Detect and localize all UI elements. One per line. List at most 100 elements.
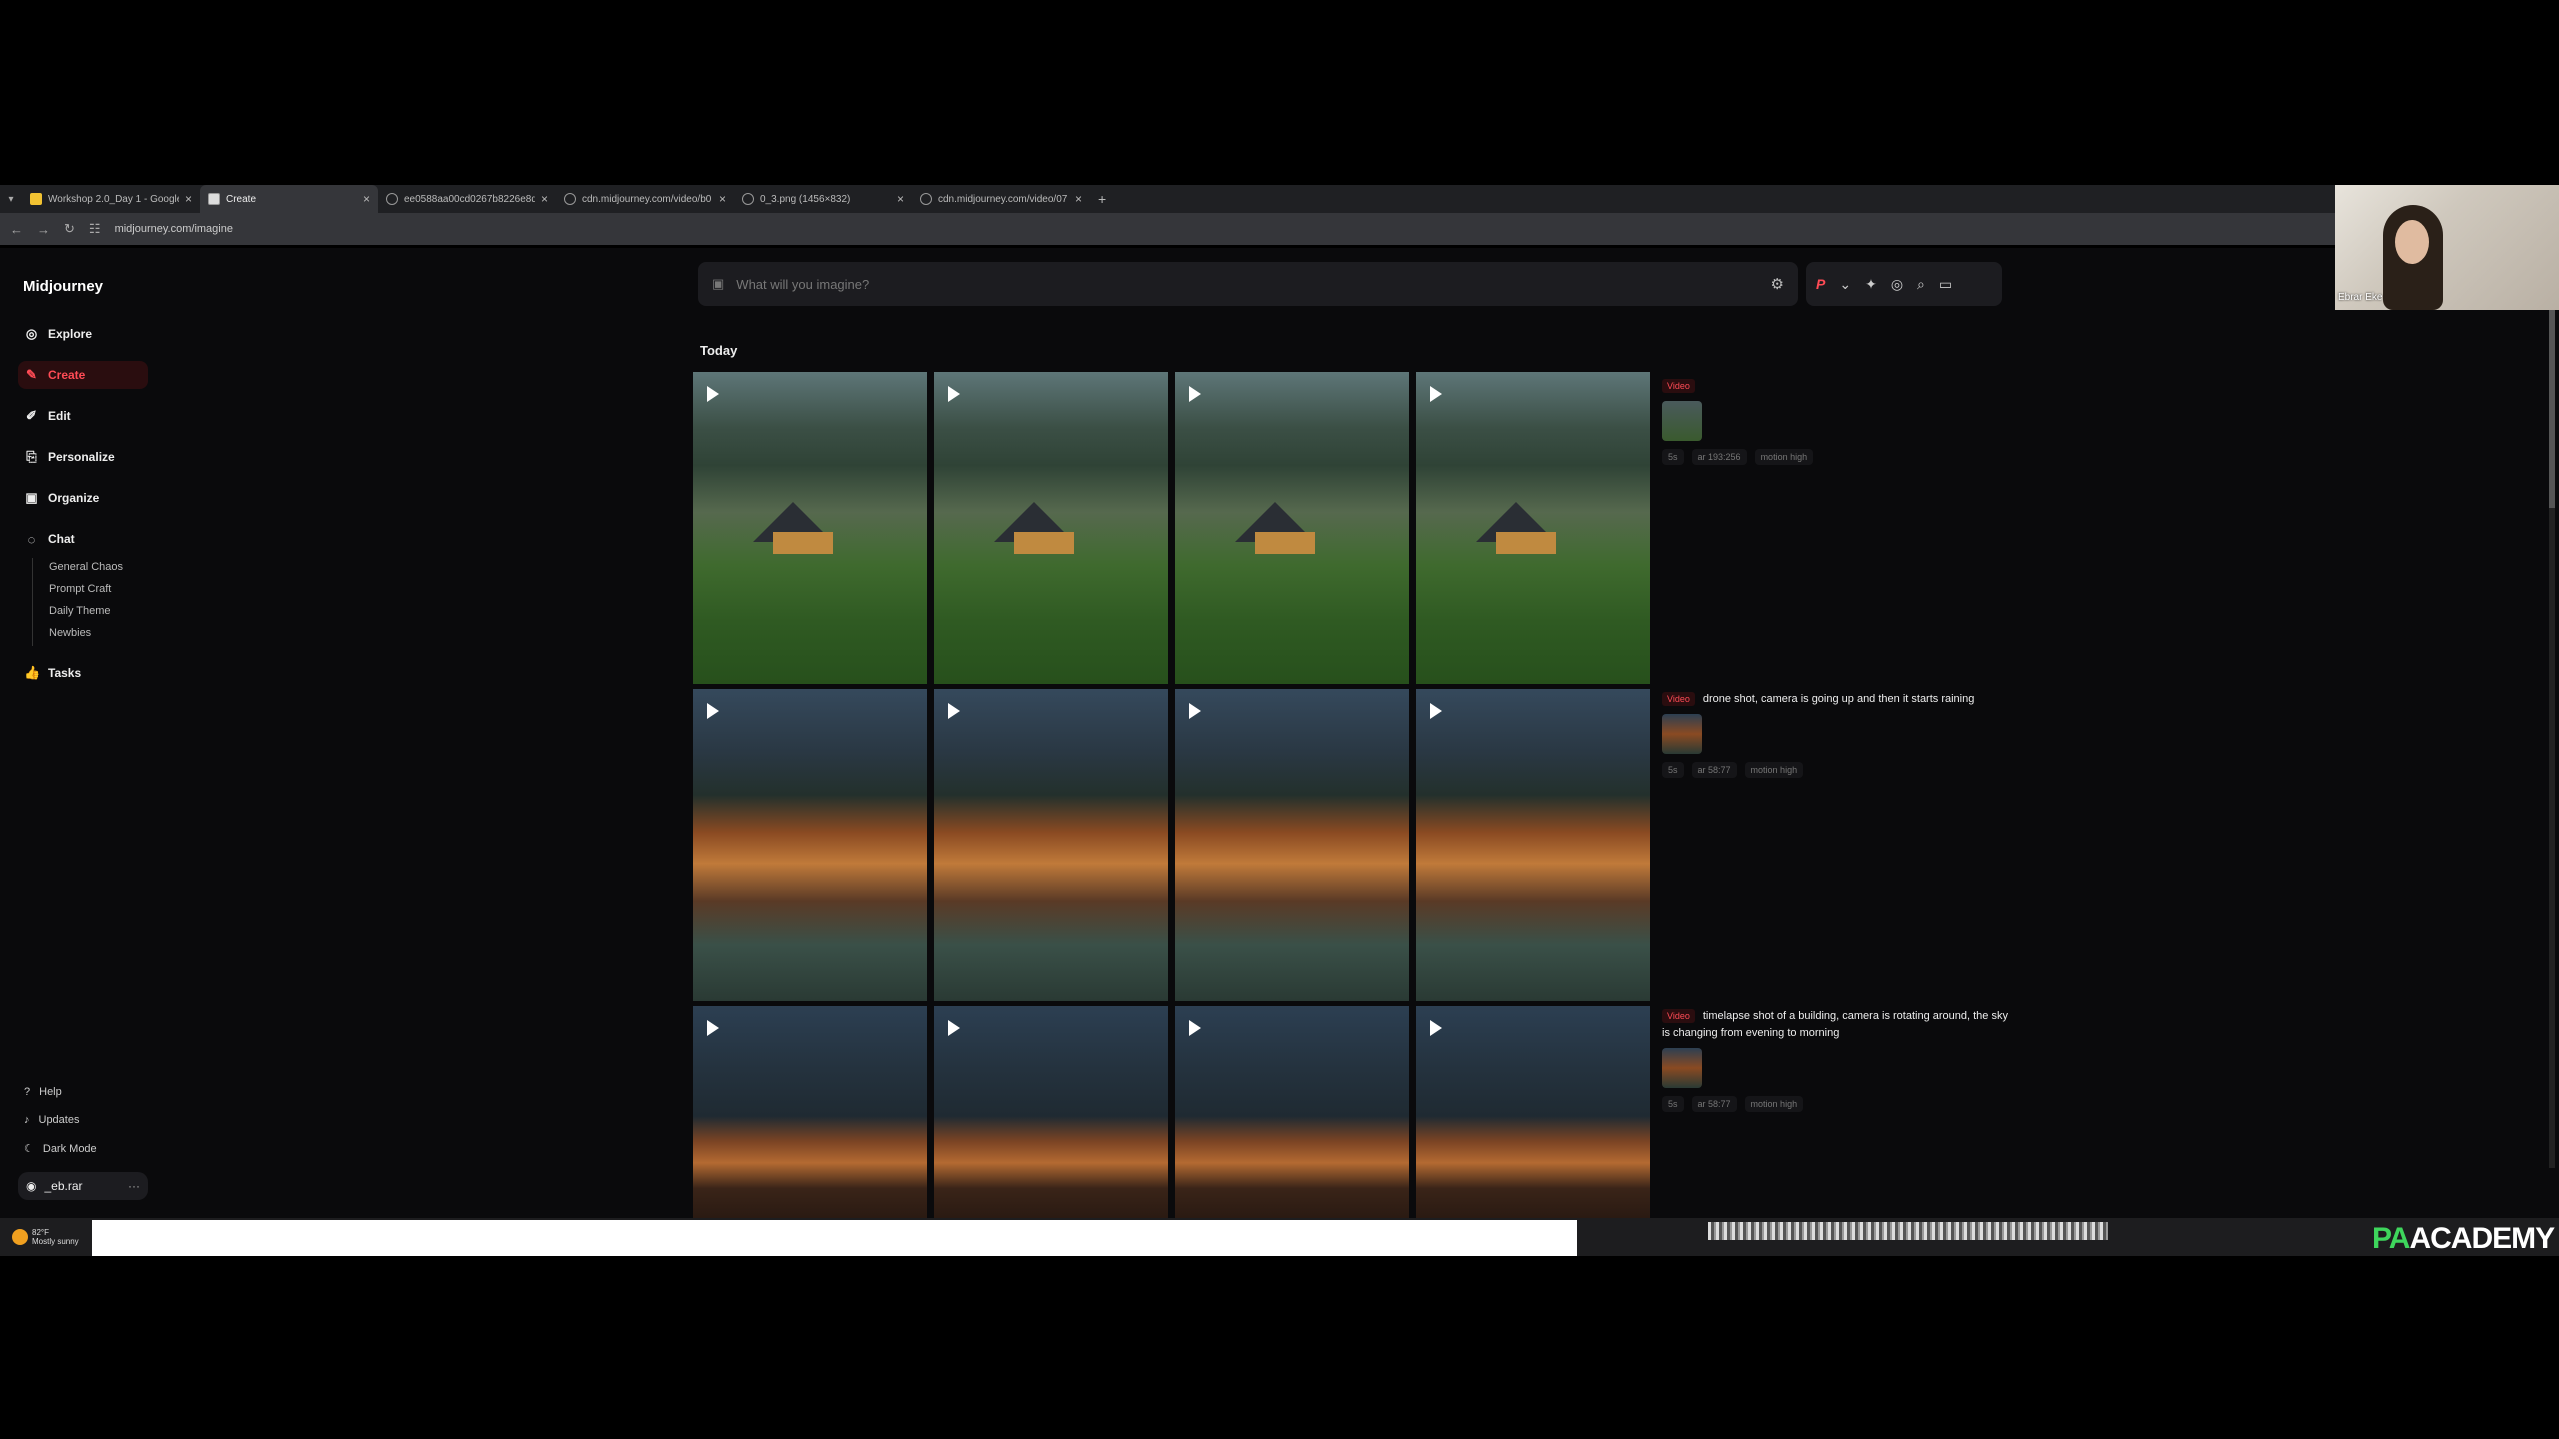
help-link[interactable]: ? Help [18,1086,62,1098]
video-thumbnail[interactable] [934,372,1168,684]
help-label: Help [39,1086,62,1098]
sidebar-item-chat[interactable]: ◌ Chat [18,525,148,553]
brand-logo[interactable]: Midjourney [23,278,103,295]
source-image-thumbnail[interactable] [1662,714,1702,754]
video-thumbnail[interactable] [1416,1006,1650,1218]
video-thumbnail[interactable] [693,372,927,684]
video-thumbnail[interactable] [934,1006,1168,1218]
play-icon[interactable] [1430,1020,1442,1036]
weather-text: 82°F Mostly sunny [32,1228,79,1246]
sidebar-item-label: Personalize [48,450,115,464]
folder-icon[interactable]: ▭ [1939,276,1952,293]
motion-chip[interactable]: motion high [1754,449,1814,465]
video-thumbnail[interactable] [1175,689,1409,1001]
sidebar-item-tasks[interactable]: 👍 Tasks [18,659,148,687]
scrollbar-thumb[interactable] [2549,308,2555,508]
duration-chip[interactable]: 5s [1662,1096,1684,1112]
browser-tab[interactable]: 0_3.png (1456×832) × [734,185,912,213]
browser-tab[interactable]: Workshop 2.0_Day 1 - Google × [22,185,200,213]
chat-room-newbies[interactable]: Newbies [49,627,91,639]
prompt-input[interactable]: What will you imagine? [736,277,869,292]
video-thumbnail[interactable] [1175,1006,1409,1218]
job-row [693,1006,1653,1218]
personalize-toggle[interactable]: P [1816,276,1825,292]
sidebar-item-create[interactable]: ✎ Create [18,361,148,389]
play-icon[interactable] [948,1020,960,1036]
updates-link[interactable]: ♪ Updates [18,1114,79,1126]
site-info-icon[interactable]: ☷ [89,221,101,237]
video-thumbnail[interactable] [693,689,927,1001]
close-tab-icon[interactable]: × [185,192,192,206]
magic-icon[interactable]: ✦ [1865,276,1877,293]
prompt-bar[interactable]: ▣ What will you imagine? ⚙ [698,262,1798,306]
browser-tab[interactable]: ee0588aa00cd0267b8226e8d1 × [378,185,556,213]
motion-chip[interactable]: motion high [1744,1096,1804,1112]
aspect-ratio-chip[interactable]: ar 193:256 [1691,449,1747,465]
organize-icon: ▣ [25,490,38,505]
sidebar-item-personalize[interactable]: ⎘ Personalize [18,443,148,471]
play-icon[interactable] [948,703,960,719]
close-tab-icon[interactable]: × [1075,192,1082,206]
user-account[interactable]: ◉ _eb.rar ··· [18,1172,148,1200]
sidebar-item-label: Edit [48,409,71,423]
taskbar-tray-icons[interactable] [1708,1222,2108,1240]
chat-room-daily-theme[interactable]: Daily Theme [49,605,111,617]
close-tab-icon[interactable]: × [897,192,904,206]
sidebar-item-label: Tasks [48,666,82,680]
close-tab-icon[interactable]: × [719,192,726,206]
play-icon[interactable] [707,1020,719,1036]
sidebar-item-explore[interactable]: ◎ Explore [18,320,148,348]
globe-icon [742,193,754,205]
play-icon[interactable] [1189,703,1201,719]
reload-icon[interactable]: ↻ [64,221,75,237]
play-icon[interactable] [1430,386,1442,402]
play-icon[interactable] [1189,1020,1201,1036]
browser-tab-active[interactable]: Create × [200,185,378,213]
play-icon[interactable] [948,386,960,402]
tab-label: cdn.midjourney.com/video/b0 [582,193,712,205]
new-tab-button[interactable]: + [1098,191,1106,207]
browser-tab[interactable]: cdn.midjourney.com/video/b0 × [556,185,734,213]
video-thumbnail[interactable] [1416,372,1650,684]
forward-icon[interactable]: → [37,222,50,237]
back-icon[interactable]: ← [10,222,23,237]
video-thumbnail[interactable] [693,1006,927,1218]
chat-room-prompt-craft[interactable]: Prompt Craft [49,583,111,595]
source-image-thumbnail[interactable] [1662,1048,1702,1088]
url-text[interactable]: midjourney.com/imagine [115,223,233,235]
tab-search-button[interactable]: ▾ [0,194,22,205]
play-icon[interactable] [707,386,719,402]
prompt-text[interactable]: drone shot, camera is going up and then … [1703,693,1975,705]
weather-widget[interactable]: 82°F Mostly sunny [0,1218,92,1256]
video-thumbnail[interactable] [934,689,1168,1001]
prompt-text[interactable]: timelapse shot of a building, camera is … [1662,1010,2008,1039]
settings-sliders-icon[interactable]: ⚙ [1771,275,1784,293]
browser-tab[interactable]: cdn.midjourney.com/video/07 × [912,185,1090,213]
duration-chip[interactable]: 5s [1662,449,1684,465]
aspect-ratio-chip[interactable]: ar 58:77 [1691,762,1737,778]
sidebar-item-organize[interactable]: ▣ Organize [18,484,148,512]
motion-chip[interactable]: motion high [1744,762,1804,778]
aspect-ratio-chip[interactable]: ar 58:77 [1691,1096,1737,1112]
play-icon[interactable] [1189,386,1201,402]
duration-chip[interactable]: 5s [1662,762,1684,778]
search-icon[interactable]: ⌕ [1917,276,1925,293]
play-icon[interactable] [707,703,719,719]
play-icon[interactable] [1430,703,1442,719]
chat-room-general-chaos[interactable]: General Chaos [49,561,123,573]
close-tab-icon[interactable]: × [363,192,370,206]
chat-icon: ◌ [27,531,36,547]
close-tab-icon[interactable]: × [541,192,548,206]
tab-label: Create [226,193,257,205]
sidebar-item-edit[interactable]: ✐ Edit [18,402,148,430]
sidebar-item-label: Explore [48,327,93,341]
image-upload-icon[interactable]: ▣ [712,276,724,292]
weather-temp: 82°F [32,1228,49,1237]
source-image-thumbnail[interactable] [1662,401,1702,441]
more-icon[interactable]: ··· [128,1179,140,1193]
video-thumbnail[interactable] [1175,372,1409,684]
chevron-down-icon[interactable]: ⌄ [1839,276,1851,293]
chat-bubble-icon[interactable]: ◎ [1891,276,1903,293]
dark-mode-toggle[interactable]: ☾ Dark Mode [18,1142,97,1156]
video-thumbnail[interactable] [1416,689,1650,1001]
